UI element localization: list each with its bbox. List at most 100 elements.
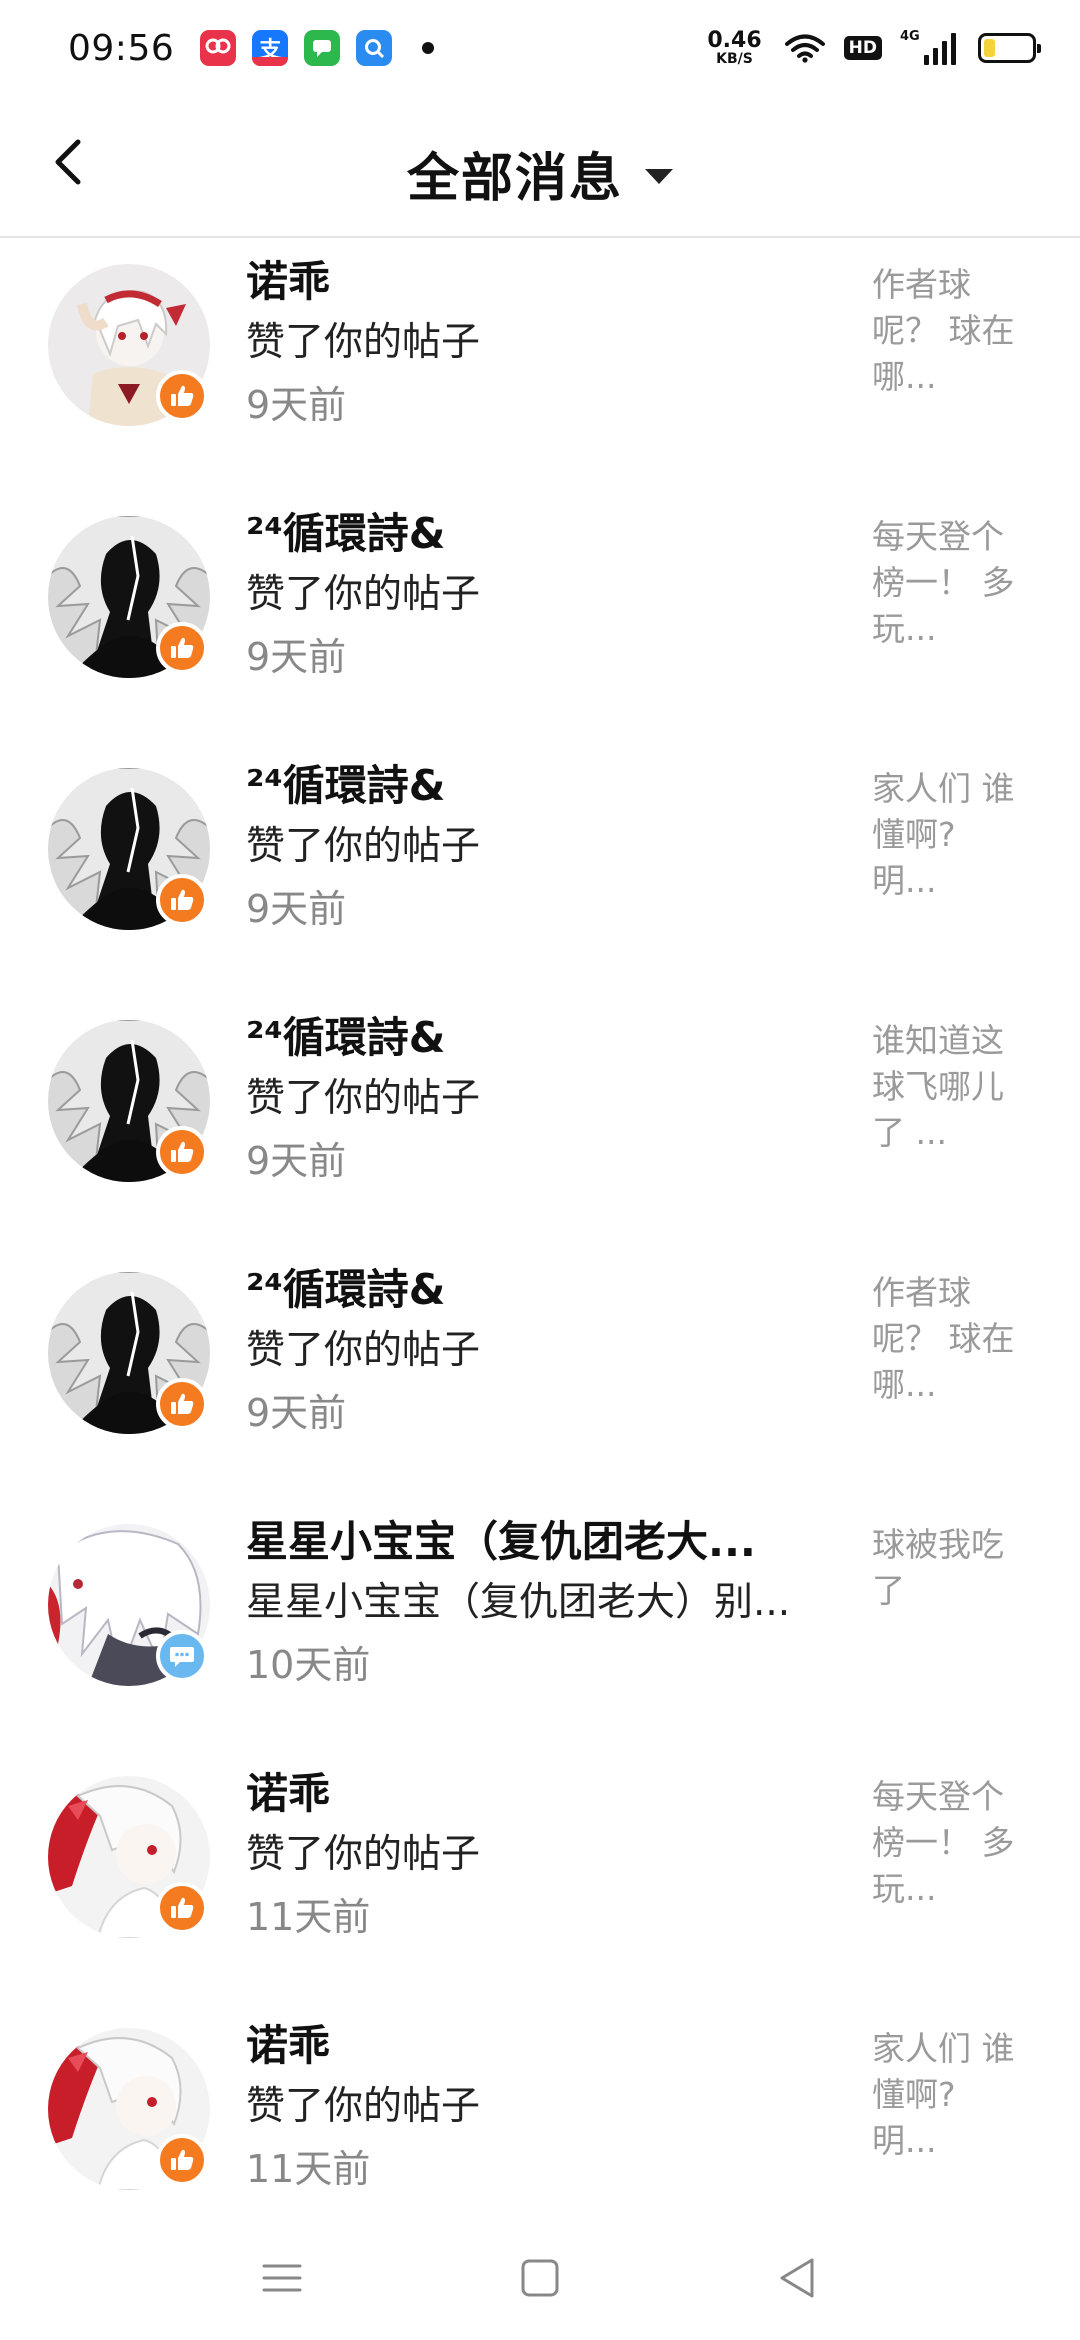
- message-time: 9天前: [246, 1139, 347, 1183]
- post-preview-line: 懂啊?: [872, 815, 956, 854]
- message-item[interactable]: 诺乖赞了你的帖子 11天前 每天登个榜一！ 多玩...: [0, 1752, 1080, 2004]
- sender-name: ²⁴循環詩&: [246, 1013, 446, 1062]
- message-body: 诺乖赞了你的帖子 11天前: [246, 1764, 816, 1948]
- comment-icon: [156, 1630, 208, 1682]
- message-time: 10天前: [246, 1643, 371, 1687]
- post-preview-line: 玩...: [872, 609, 937, 648]
- status-bar: 09:56 支 0.46 KB/S HD 4G: [0, 0, 1080, 96]
- post-preview-line: 榜一！ 多: [872, 563, 1015, 602]
- more-notifications-dot: [422, 42, 435, 54]
- post-preview-line: 哪...: [872, 1365, 937, 1404]
- thumbs-up-icon: [156, 370, 208, 422]
- network-speed-value: 0.46: [707, 28, 762, 53]
- post-preview-line: 球飞哪儿: [872, 1067, 1004, 1106]
- message-item[interactable]: ²⁴循環詩& 赞了你的帖子 9天前 作者球呢？ 球在哪...: [0, 1248, 1080, 1500]
- thumbs-up-icon: [156, 622, 208, 674]
- post-preview-line: 家人们 谁: [872, 769, 1015, 808]
- message-body: 诺乖 赞了你的帖子 9天前: [246, 252, 816, 436]
- signal-icon: 4G: [900, 29, 956, 65]
- status-time: 09:56: [68, 27, 175, 69]
- network-speed-unit: KB/S: [716, 51, 753, 67]
- message-action-text: 赞了你的帖子: [246, 1832, 481, 1877]
- message-action-text: 星星小宝宝（复仇团老大）别...: [246, 1580, 791, 1625]
- triangle-down-icon: [645, 169, 673, 184]
- message-body: 星星小宝宝（复仇团老大... 星星小宝宝（复仇团老大）别... 10天前: [246, 1512, 816, 1696]
- message-body: ²⁴循環詩& 赞了你的帖子 9天前: [246, 504, 816, 688]
- sender-name: 诺乖: [246, 2021, 331, 2070]
- signal-label: 4G: [900, 29, 920, 44]
- message-action-text: 赞了你的帖子: [246, 824, 481, 869]
- message-time: 11天前: [246, 1895, 371, 1939]
- sender-name: 诺乖: [246, 257, 331, 306]
- thumbs-up-icon: [156, 1882, 208, 1934]
- post-preview[interactable]: 家人们 谁懂啊? 明...: [872, 766, 1048, 904]
- thumbs-up-icon: [156, 1126, 208, 1178]
- message-item[interactable]: 星星小宝宝（复仇团老大... 星星小宝宝（复仇团老大）别... 10天前 球被我吃了: [0, 1500, 1080, 1752]
- home-square-icon: [521, 2259, 559, 2297]
- post-preview-line: 谁知道这: [872, 1021, 1004, 1060]
- post-preview-line: 球被我吃: [872, 1525, 1004, 1564]
- page-title: 全部消息: [406, 149, 623, 209]
- message-time: 9天前: [246, 1391, 347, 1435]
- message-item[interactable]: ²⁴循環詩& 赞了你的帖子 9天前 谁知道这球飞哪儿了 ...: [0, 996, 1080, 1248]
- hd-badge: HD: [843, 35, 882, 61]
- post-preview-line: 每天登个: [872, 1777, 1004, 1816]
- message-action-text: 赞了你的帖子: [246, 1328, 481, 1373]
- post-preview[interactable]: 作者球呢？ 球在哪...: [872, 1270, 1048, 1408]
- message-action-text: 赞了你的帖子: [246, 320, 481, 365]
- search-app-icon: [356, 30, 393, 66]
- post-preview-line: 家人们 谁: [872, 2029, 1015, 2068]
- sender-name: 星星小宝宝（复仇团老大...: [246, 1517, 756, 1566]
- top-app-bar: 全部消息: [0, 96, 1080, 238]
- back-triangle-icon: [780, 2258, 814, 2298]
- notification-icons: 支: [200, 30, 435, 66]
- thumbs-up-icon: [156, 2134, 208, 2186]
- home-button[interactable]: [510, 2248, 570, 2308]
- app-icon-1: [200, 30, 237, 66]
- status-right: 0.46 KB/S HD 4G: [707, 28, 1041, 67]
- post-preview[interactable]: 作者球 呢？ 球在 哪...: [872, 262, 1048, 400]
- sender-name: ²⁴循環詩&: [246, 761, 446, 810]
- post-preview-line: 懂啊?: [872, 2075, 956, 2114]
- system-back-button[interactable]: [768, 2248, 828, 2308]
- post-preview-line: 明...: [872, 861, 937, 900]
- post-preview[interactable]: 球被我吃了: [872, 1522, 1048, 1614]
- message-body: ²⁴循環詩& 赞了你的帖子 9天前: [246, 1008, 816, 1192]
- thumbs-up-icon: [156, 1378, 208, 1430]
- messages-icon: [304, 30, 341, 66]
- post-preview-line: 哪...: [872, 357, 937, 396]
- message-filter-dropdown[interactable]: 全部消息: [0, 136, 1080, 211]
- wifi-icon: [784, 34, 825, 63]
- battery-fill: [984, 39, 996, 57]
- post-preview-line: 作者球: [872, 1273, 971, 1312]
- post-preview[interactable]: 每天登个 榜一！ 多玩...: [872, 514, 1048, 652]
- sender-name: ²⁴循環詩&: [246, 509, 446, 558]
- post-preview-line: 了: [872, 1571, 905, 1610]
- post-preview-line: 玩...: [872, 1869, 937, 1908]
- post-preview[interactable]: 谁知道这球飞哪儿了 ...: [872, 1018, 1048, 1156]
- battery-icon: [978, 33, 1041, 63]
- message-body: ²⁴循環詩& 赞了你的帖子 9天前: [246, 1260, 816, 1444]
- sender-name: 诺乖: [246, 1769, 331, 1818]
- post-preview-line: 明...: [872, 2121, 937, 2160]
- recent-apps-button[interactable]: [252, 2248, 312, 2308]
- post-preview[interactable]: 每天登个榜一！ 多玩...: [872, 1774, 1048, 1912]
- post-preview-line: 榜一！ 多: [872, 1823, 1015, 1862]
- message-body: ²⁴循環詩& 赞了你的帖子 9天前: [246, 756, 816, 940]
- message-item[interactable]: ²⁴循環詩& 赞了你的帖子 9天前 每天登个 榜一！ 多玩...: [0, 492, 1080, 744]
- message-item[interactable]: 诺乖 赞了你的帖子 9天前 作者球 呢？ 球在 哪...: [0, 240, 1080, 492]
- message-action-text: 赞了你的帖子: [246, 1076, 481, 1121]
- post-preview-line: 了 ...: [872, 1113, 947, 1152]
- menu-icon: [262, 2264, 302, 2292]
- message-action-text: 赞了你的帖子: [246, 572, 481, 617]
- post-preview[interactable]: 家人们 谁懂啊? 明...: [872, 2026, 1048, 2164]
- message-time: 9天前: [246, 887, 347, 931]
- network-speed: 0.46 KB/S: [707, 28, 762, 67]
- message-body: 诺乖赞了你的帖子 11天前: [246, 2016, 816, 2200]
- message-time: 11天前: [246, 2147, 371, 2191]
- alipay-icon: 支: [252, 30, 289, 66]
- sender-name: ²⁴循環詩&: [246, 1265, 446, 1314]
- message-action-text: 赞了你的帖子: [246, 2084, 481, 2129]
- post-preview-line: 呢？ 球在: [872, 1319, 1015, 1358]
- message-item[interactable]: ²⁴循環詩& 赞了你的帖子 9天前 家人们 谁懂啊? 明...: [0, 744, 1080, 996]
